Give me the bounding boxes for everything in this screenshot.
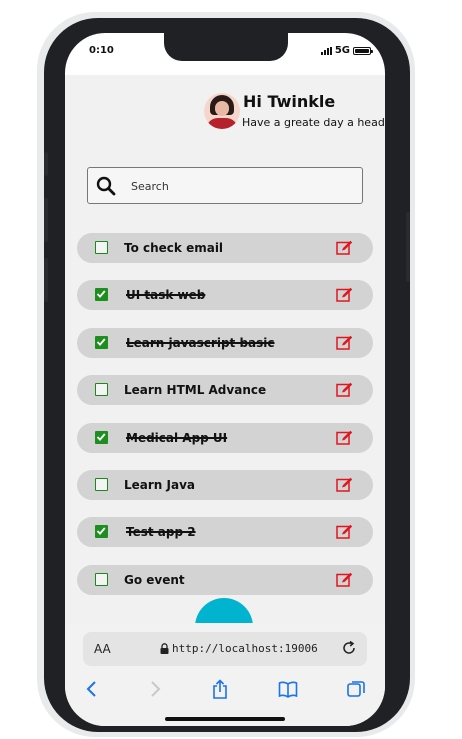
task-title: UI task web bbox=[126, 288, 206, 302]
search-input[interactable] bbox=[131, 177, 351, 195]
edit-icon[interactable] bbox=[336, 430, 353, 445]
task-item[interactable]: Medical App UI bbox=[77, 423, 373, 453]
todo-app: Hi Twinkle Have a greate day a head To c… bbox=[65, 75, 385, 631]
checkbox-icon[interactable] bbox=[95, 431, 108, 444]
back-icon[interactable] bbox=[82, 679, 102, 699]
greeting-title: Hi Twinkle bbox=[243, 92, 336, 111]
device-mockup: 0:10 5G Hi Twinkle Have a greate day a h… bbox=[0, 0, 462, 739]
checkbox-icon[interactable] bbox=[95, 241, 108, 254]
bookmarks-icon[interactable] bbox=[278, 679, 298, 699]
text-size-button[interactable]: AA bbox=[94, 642, 111, 656]
edit-icon[interactable] bbox=[336, 287, 353, 302]
checkbox-icon[interactable] bbox=[95, 525, 108, 538]
task-title: Go event bbox=[124, 573, 185, 587]
phone-screen: 0:10 5G Hi Twinkle Have a greate day a h… bbox=[65, 33, 385, 726]
forward-icon[interactable] bbox=[145, 679, 165, 699]
task-title: Learn HTML Advance bbox=[124, 383, 267, 397]
checkbox-icon[interactable] bbox=[95, 288, 108, 301]
mute-switch bbox=[44, 152, 48, 176]
status-indicators: 5G bbox=[320, 45, 373, 56]
reload-icon[interactable] bbox=[341, 640, 357, 656]
tabs-icon[interactable] bbox=[346, 679, 366, 699]
task-title: Test app 2 bbox=[126, 525, 196, 539]
checkbox-icon[interactable] bbox=[95, 573, 108, 586]
notch bbox=[164, 33, 288, 61]
status-time: 0:10 bbox=[89, 45, 114, 56]
task-title: Learn javascript basic bbox=[126, 336, 275, 350]
share-icon[interactable] bbox=[210, 679, 230, 699]
task-item[interactable]: Learn javascript basic bbox=[77, 328, 373, 358]
lock-icon bbox=[160, 643, 169, 654]
task-item[interactable]: Go event bbox=[77, 565, 373, 595]
volume-down-button bbox=[44, 258, 48, 302]
task-item[interactable]: To check email bbox=[77, 233, 373, 263]
battery-icon bbox=[353, 46, 373, 55]
network-label: 5G bbox=[334, 45, 350, 56]
search-box[interactable] bbox=[87, 167, 363, 204]
volume-up-button bbox=[44, 198, 48, 242]
power-button bbox=[406, 212, 410, 282]
task-item[interactable]: Learn HTML Advance bbox=[77, 375, 373, 405]
home-indicator bbox=[165, 717, 285, 721]
greeting-subtitle: Have a greate day a head bbox=[242, 116, 385, 129]
address-bar[interactable]: AA http://localhost:19006 bbox=[83, 632, 367, 666]
checkbox-icon[interactable] bbox=[95, 478, 108, 491]
avatar[interactable] bbox=[204, 93, 240, 129]
checkbox-icon[interactable] bbox=[95, 336, 108, 349]
browser-toolbar: AA http://localhost:19006 bbox=[65, 623, 385, 726]
task-title: Medical App UI bbox=[126, 431, 228, 445]
edit-icon[interactable] bbox=[336, 335, 353, 350]
signal-icon bbox=[320, 46, 332, 55]
task-item[interactable]: Learn Java bbox=[77, 470, 373, 500]
edit-icon[interactable] bbox=[336, 382, 353, 397]
search-icon bbox=[96, 176, 116, 196]
edit-icon[interactable] bbox=[336, 477, 353, 492]
task-item[interactable]: Test app 2 bbox=[77, 517, 373, 547]
edit-icon[interactable] bbox=[336, 240, 353, 255]
checkbox-icon[interactable] bbox=[95, 383, 108, 396]
url-text[interactable]: http://localhost:19006 bbox=[172, 642, 318, 655]
task-title: Learn Java bbox=[124, 478, 196, 492]
task-title: To check email bbox=[124, 241, 224, 255]
edit-icon[interactable] bbox=[336, 524, 353, 539]
edit-icon[interactable] bbox=[336, 572, 353, 587]
task-item[interactable]: UI task web bbox=[77, 280, 373, 310]
